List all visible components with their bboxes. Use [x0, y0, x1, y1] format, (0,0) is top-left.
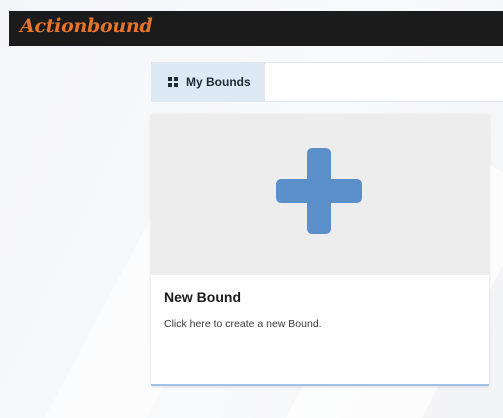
card-title: New Bound	[164, 289, 241, 305]
plus-icon	[276, 148, 362, 234]
tab-bar: My Bounds	[151, 62, 503, 102]
new-bound-card[interactable]: New Bound Click here to create a new Bou…	[151, 114, 489, 386]
tab-my-bounds[interactable]: My Bounds	[151, 63, 265, 101]
grid-icon	[168, 77, 178, 87]
tab-label: My Bounds	[186, 75, 251, 89]
top-navigation-bar: Actionbound	[9, 11, 503, 46]
card-image-area	[151, 114, 489, 275]
actionbound-logo[interactable]: Actionbound	[20, 15, 153, 37]
card-description: Click here to create a new Bound.	[164, 318, 322, 330]
